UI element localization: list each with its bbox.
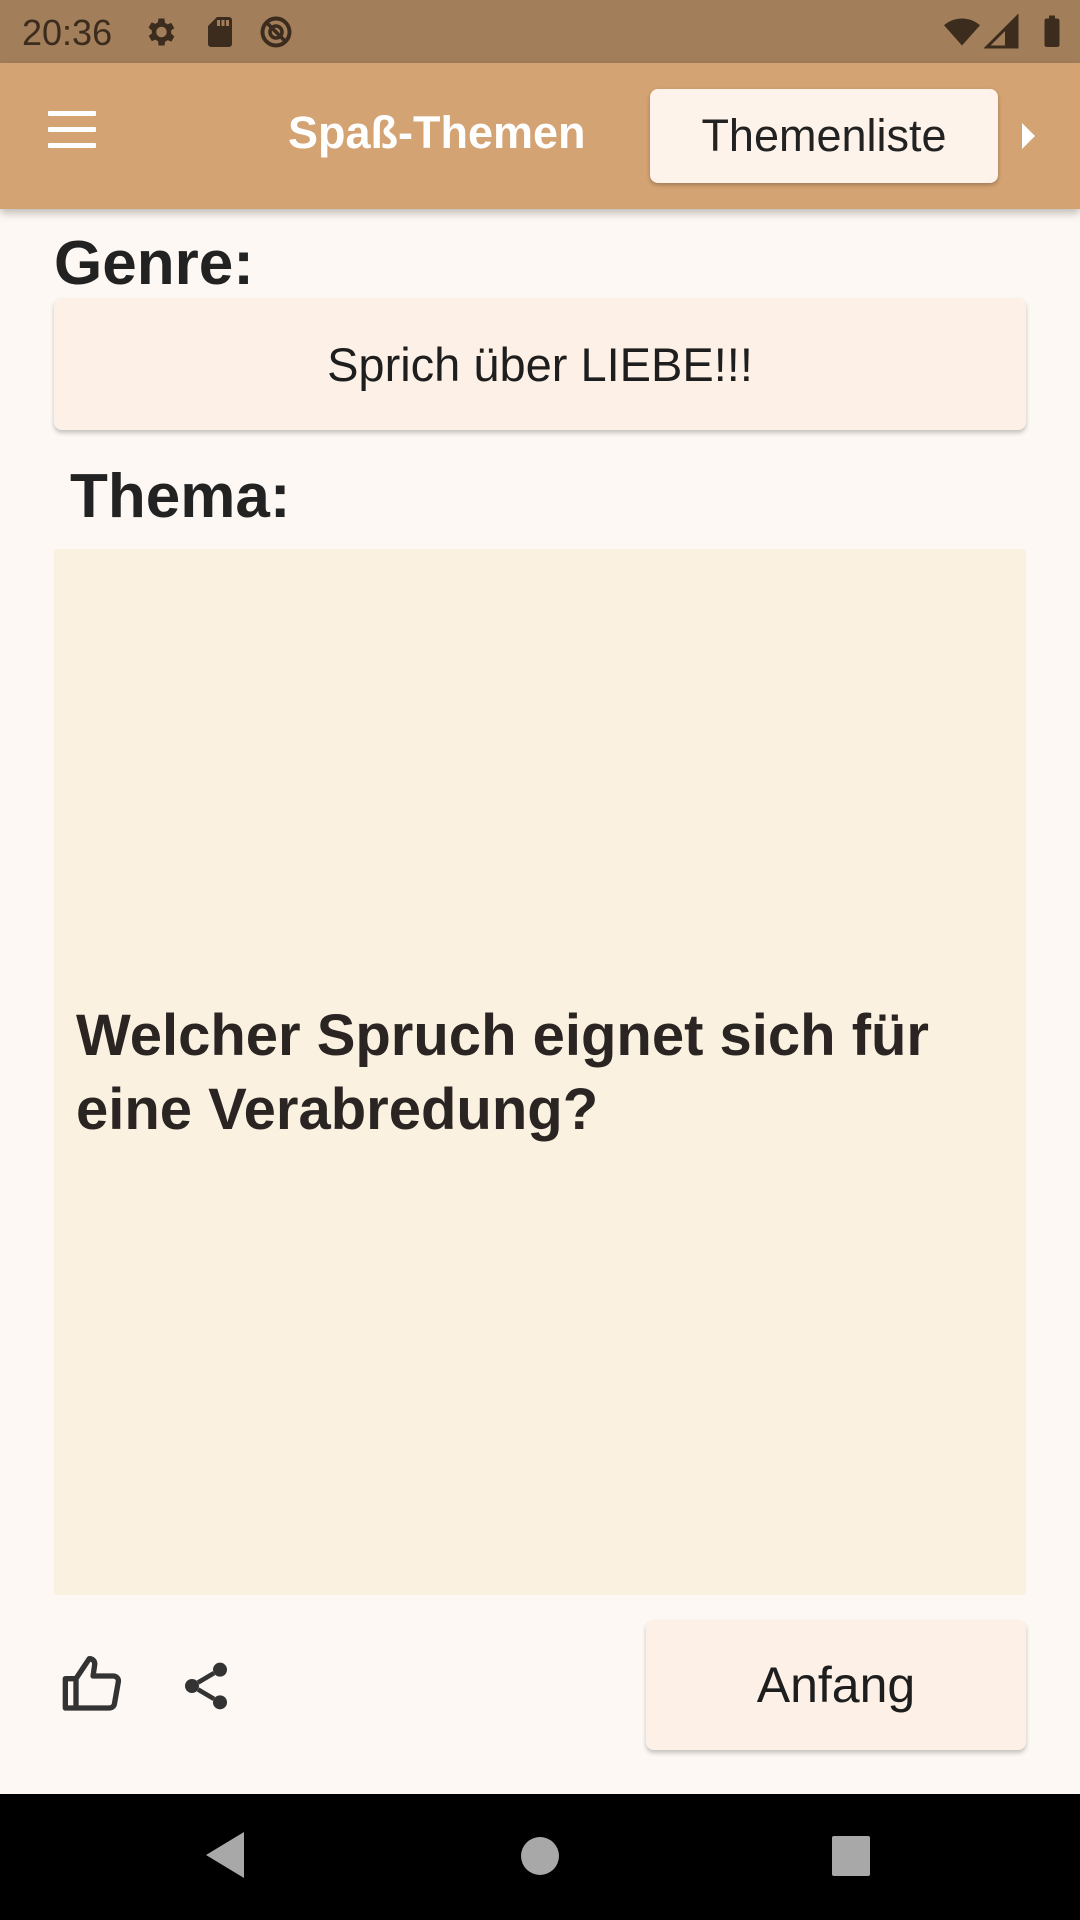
back-icon[interactable] [206, 1832, 244, 1878]
sd-card-icon [208, 17, 232, 47]
app-bar: Spaß-Themen Themenliste [0, 63, 1080, 209]
app-title: Spaß-Themen [288, 107, 586, 158]
topic-text: Welcher Spruch eignet sich für eine Vera… [76, 1003, 930, 1142]
status-time: 20:36 [22, 12, 113, 53]
start-button[interactable]: Anfang [646, 1620, 1026, 1750]
navigation-bar [0, 1794, 1080, 1920]
wifi-icon [944, 18, 980, 46]
battery-icon [1044, 15, 1060, 47]
topic-list-button[interactable]: Themenliste [650, 89, 998, 183]
gear-icon [148, 18, 175, 46]
share-icon[interactable] [178, 1656, 234, 1716]
topic-card: Welcher Spruch eignet sich für eine Vera… [54, 549, 1026, 1595]
menu-icon[interactable] [48, 111, 96, 161]
topic-label: Thema: [70, 462, 291, 531]
signal-icon [984, 14, 1019, 49]
home-icon[interactable] [521, 1837, 559, 1875]
genre-button[interactable]: Sprich über LIEBE!!! [54, 298, 1026, 430]
chevron-right-icon[interactable] [1022, 123, 1035, 149]
genre-label: Genre: [54, 229, 254, 298]
recents-icon[interactable] [832, 1836, 870, 1876]
data-saver-icon [260, 16, 292, 48]
thumbs-up-icon[interactable] [60, 1652, 124, 1716]
status-bar: 20:36 [0, 0, 1080, 63]
